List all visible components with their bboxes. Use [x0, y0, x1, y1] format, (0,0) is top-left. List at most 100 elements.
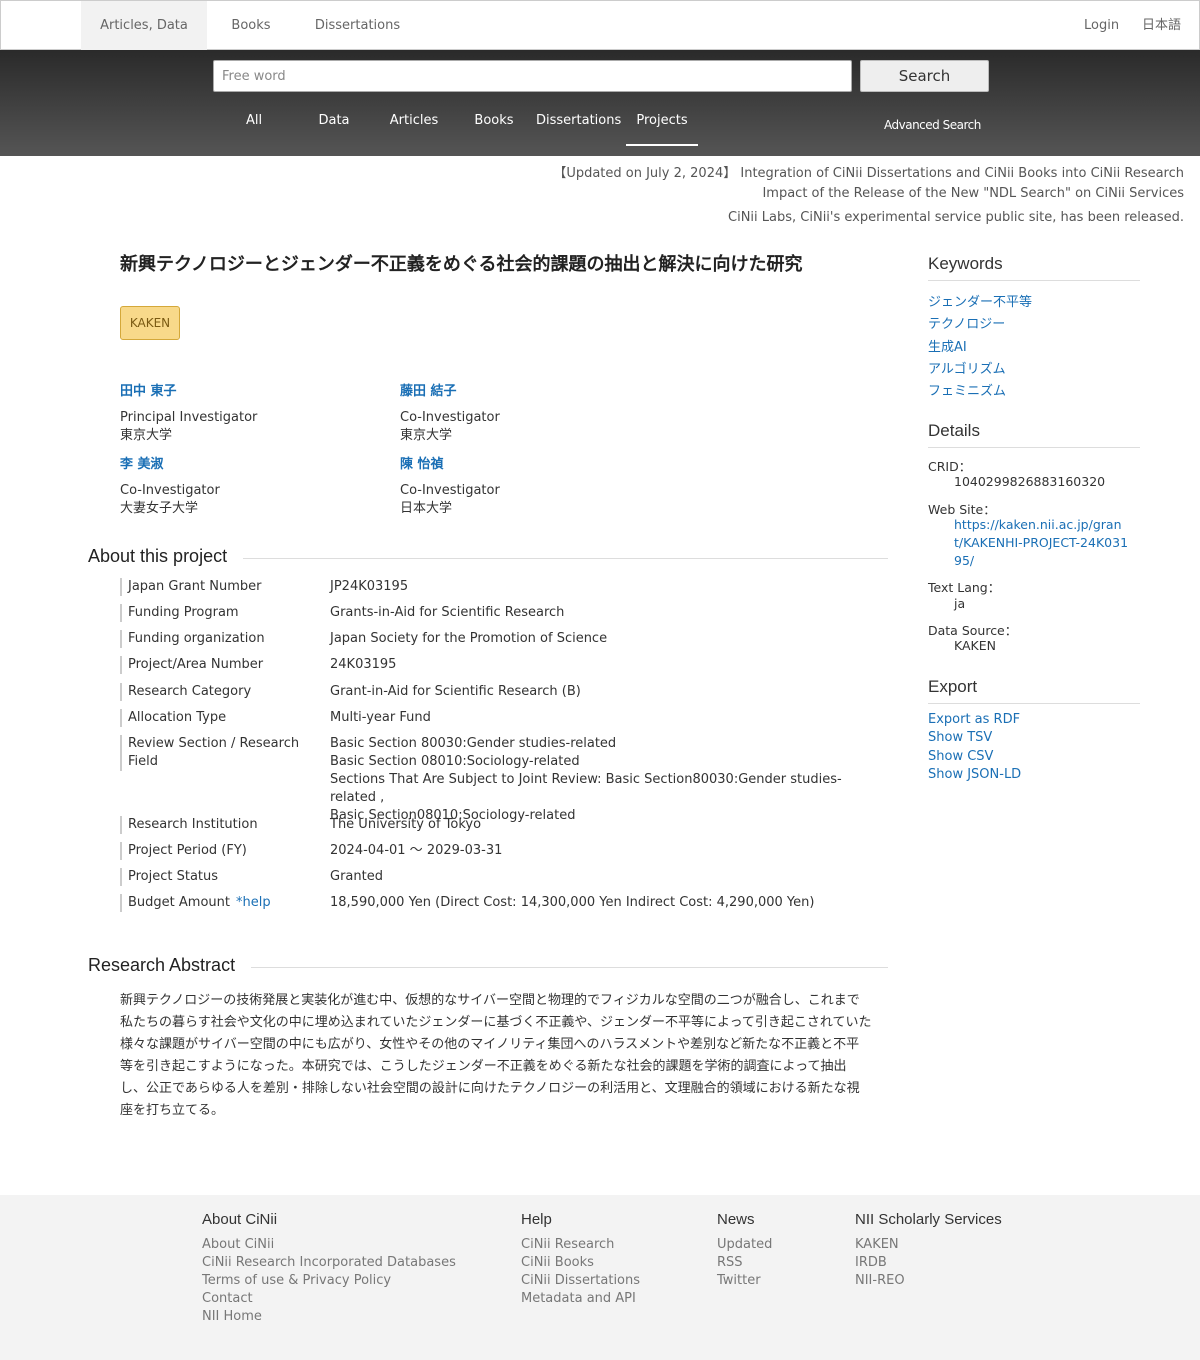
about-label: Research Category	[120, 683, 320, 701]
about-value: Multi-year Fund	[330, 710, 431, 725]
research-field-line: Basic Section 08010:Sociology-related	[330, 754, 580, 769]
search-tab-dissertations[interactable]: Dissertations	[536, 106, 621, 146]
abstract-heading-text: Research Abstract	[88, 955, 252, 975]
investigator-role: Co-Investigator	[400, 483, 500, 498]
show-tsv-link[interactable]: Show TSV	[928, 730, 992, 745]
text-lang-label: Text Lang：	[928, 580, 1001, 595]
abstract-heading: Research Abstract	[88, 955, 888, 979]
about-heading-text: About this project	[88, 546, 244, 566]
footer-news-column: News Updated RSS Twitter	[717, 1211, 772, 1290]
search-input[interactable]	[213, 60, 852, 92]
footer-heading: About CiNii	[202, 1211, 278, 1228]
about-value: Grant-in-Aid for Scientific Research (B)	[330, 684, 581, 699]
footer-link[interactable]: NII Home	[202, 1308, 456, 1326]
about-value: Grants-in-Aid for Scientific Research	[330, 605, 565, 620]
keyword-link[interactable]: アルゴリズム	[928, 358, 1006, 377]
footer-link[interactable]: Terms of use & Privacy Policy	[202, 1272, 456, 1290]
show-csv-link[interactable]: Show CSV	[928, 749, 993, 764]
help-link[interactable]: *help	[236, 895, 271, 910]
about-value: The University of Tokyo	[330, 817, 482, 832]
investigator-name-link[interactable]: 田中 東子	[120, 380, 370, 399]
keyword-link[interactable]: ジェンダー不平等	[928, 291, 1032, 310]
about-heading: About this project	[88, 546, 888, 570]
tab-books[interactable]: Books	[207, 1, 295, 50]
about-label: Funding organization	[120, 630, 320, 648]
investigator-role: Co-Investigator	[120, 483, 220, 498]
notice-link[interactable]: CiNii Labs, CiNii's experimental service…	[728, 210, 1184, 225]
search-tab-articles[interactable]: Articles	[384, 106, 444, 146]
keywords-heading: Keywords	[928, 254, 1140, 281]
investigator-name-link[interactable]: 李 美淑	[120, 453, 370, 472]
search-tab-data[interactable]: Data	[304, 106, 364, 146]
footer-link[interactable]: IRDB	[855, 1254, 1002, 1272]
footer-link[interactable]: CiNii Books	[521, 1254, 640, 1272]
kaken-badge: KAKEN	[120, 306, 180, 340]
notice-link[interactable]: 【Updated on July 2, 2024】 Integration of…	[553, 162, 1184, 181]
about-label: Japan Grant Number	[120, 578, 320, 596]
text-lang-value: ja	[954, 596, 966, 611]
about-value: JP24K03195	[330, 579, 409, 594]
search-tab-all[interactable]: All	[224, 106, 284, 146]
footer-link[interactable]: KAKEN	[855, 1236, 1002, 1254]
tab-dissertations[interactable]: Dissertations	[295, 1, 420, 50]
notice-link[interactable]: Impact of the Release of the New "NDL Se…	[762, 186, 1184, 201]
footer-link[interactable]: Twitter	[717, 1272, 772, 1290]
show-json-ld-link[interactable]: Show JSON-LD	[928, 767, 1021, 782]
footer: About CiNii About CiNii CiNii Research I…	[0, 1195, 1200, 1360]
abstract-text: 新興テクノロジーの技術発展と実装化が進む中、仮想的なサイバー空間と物理的でフィジ…	[120, 993, 872, 1118]
about-label: Funding Program	[120, 604, 320, 622]
footer-link[interactable]: Contact	[202, 1290, 456, 1308]
research-field-line: Basic Section 80030:Gender studies-relat…	[330, 736, 617, 751]
about-label: Research Institution	[120, 816, 320, 834]
keyword-link[interactable]: フェミニズム	[928, 380, 1006, 399]
about-value: 18,590,000 Yen (Direct Cost: 14,300,000 …	[330, 895, 815, 910]
investigator: 藤田 結子 Co-Investigator 東京大学	[400, 380, 650, 445]
about-value: 2024-04-01 〜 2029-03-31	[330, 843, 503, 858]
export-rdf-link[interactable]: Export as RDF	[928, 712, 1020, 727]
investigator-institution: 東京大学	[400, 428, 453, 443]
investigator-role: Co-Investigator	[400, 410, 500, 425]
export-heading: Export	[928, 677, 1140, 704]
investigator-institution: 東京大学	[120, 428, 173, 443]
search-button[interactable]: Search	[860, 60, 989, 92]
footer-link[interactable]: RSS	[717, 1254, 772, 1272]
search-band: Search All Data Articles Books Dissertat…	[0, 50, 1200, 156]
about-value: Basic Section 80030:Gender studies-relat…	[330, 735, 870, 825]
footer-link[interactable]: Updated	[717, 1236, 772, 1254]
footer-link[interactable]: About CiNii	[202, 1236, 456, 1254]
footer-about-column: About CiNii About CiNii CiNii Research I…	[202, 1211, 456, 1326]
search-tab-projects[interactable]: Projects	[626, 106, 698, 146]
language-switch[interactable]: 日本語	[1142, 1, 1181, 50]
footer-link[interactable]: CiNii Dissertations	[521, 1272, 640, 1290]
research-field-line: Sections That Are Subject to Joint Revie…	[330, 772, 842, 805]
about-label: Review Section / Research Field	[120, 735, 320, 771]
about-value: Granted	[330, 869, 383, 884]
about-label: Project Period (FY)	[120, 842, 320, 860]
investigator: 田中 東子 Principal Investigator 東京大学	[120, 380, 370, 445]
keyword-link[interactable]: 生成AI	[928, 336, 967, 355]
footer-link[interactable]: CiNii Research	[521, 1236, 640, 1254]
footer-link[interactable]: CiNii Research Incorporated Databases	[202, 1254, 456, 1272]
investigator-institution: 大妻女子大学	[120, 501, 199, 516]
data-source-value: KAKEN	[954, 638, 996, 653]
top-nav: Articles, Data Books Dissertations Login…	[0, 0, 1200, 50]
details-heading: Details	[928, 421, 1140, 448]
investigator: 李 美淑 Co-Investigator 大妻女子大学	[120, 453, 370, 518]
website-link[interactable]: https://kaken.nii.ac.jp/grant/KAKENHI-PR…	[954, 516, 1129, 570]
footer-help-column: Help CiNii Research CiNii Books CiNii Di…	[521, 1211, 640, 1308]
login-link[interactable]: Login	[1084, 1, 1119, 50]
investigator-name-link[interactable]: 藤田 結子	[400, 380, 650, 399]
search-tab-books[interactable]: Books	[464, 106, 524, 146]
tab-articles-data[interactable]: Articles, Data	[81, 1, 207, 50]
about-label: Allocation Type	[120, 709, 320, 727]
crid-value: 1040299826883160320	[954, 474, 1106, 489]
footer-heading: NII Scholarly Services	[855, 1211, 1002, 1228]
footer-link[interactable]: Metadata and API	[521, 1290, 640, 1308]
footer-nii-column: NII Scholarly Services KAKEN IRDB NII-RE…	[855, 1211, 1002, 1290]
investigator-name-link[interactable]: 陳 怡禎	[400, 453, 650, 472]
page-title: 新興テクノロジーとジェンダー不正義をめぐる社会的課題の抽出と解決に向けた研究	[120, 254, 803, 275]
footer-link[interactable]: NII-REO	[855, 1272, 1002, 1290]
keyword-link[interactable]: テクノロジー	[928, 313, 1005, 332]
investigator-role: Principal Investigator	[120, 410, 258, 425]
advanced-search-link[interactable]: Advanced Search	[884, 118, 981, 132]
